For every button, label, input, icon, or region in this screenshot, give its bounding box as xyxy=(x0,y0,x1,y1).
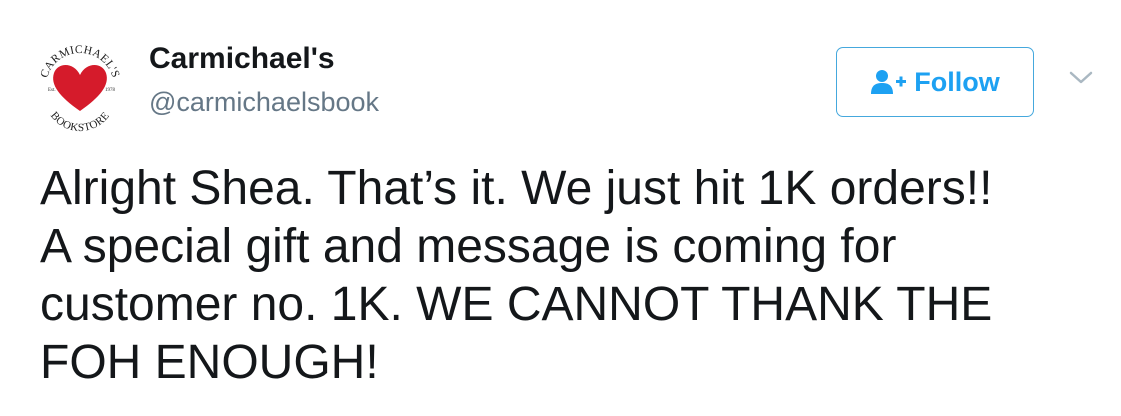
follow-button[interactable]: Follow xyxy=(836,47,1034,117)
logo-bottom-text: BOOKSTORE xyxy=(48,110,112,134)
chevron-down-icon[interactable] xyxy=(1068,68,1094,88)
logo-year-text: 1978 xyxy=(105,88,116,93)
follow-label: Follow xyxy=(914,66,1000,97)
heart-icon xyxy=(53,64,107,111)
author-handle[interactable]: @carmichaelsbook xyxy=(149,87,379,118)
bookstore-logo-icon: CARMICHAEL'S BOOKSTORE Est. 1978 xyxy=(38,44,121,134)
logo-top-text: CARMICHAEL'S xyxy=(38,44,121,80)
avatar[interactable]: CARMICHAEL'S BOOKSTORE Est. 1978 xyxy=(30,35,130,135)
tweet-text: Alright Shea. That’s it. We just hit 1K … xyxy=(40,162,993,389)
tweet-card: CARMICHAEL'S BOOKSTORE Est. 1978 Carmich… xyxy=(0,0,1121,416)
author-name[interactable]: Carmichael's xyxy=(149,42,335,76)
logo-est-text: Est. xyxy=(48,88,56,93)
add-user-icon xyxy=(870,68,910,96)
